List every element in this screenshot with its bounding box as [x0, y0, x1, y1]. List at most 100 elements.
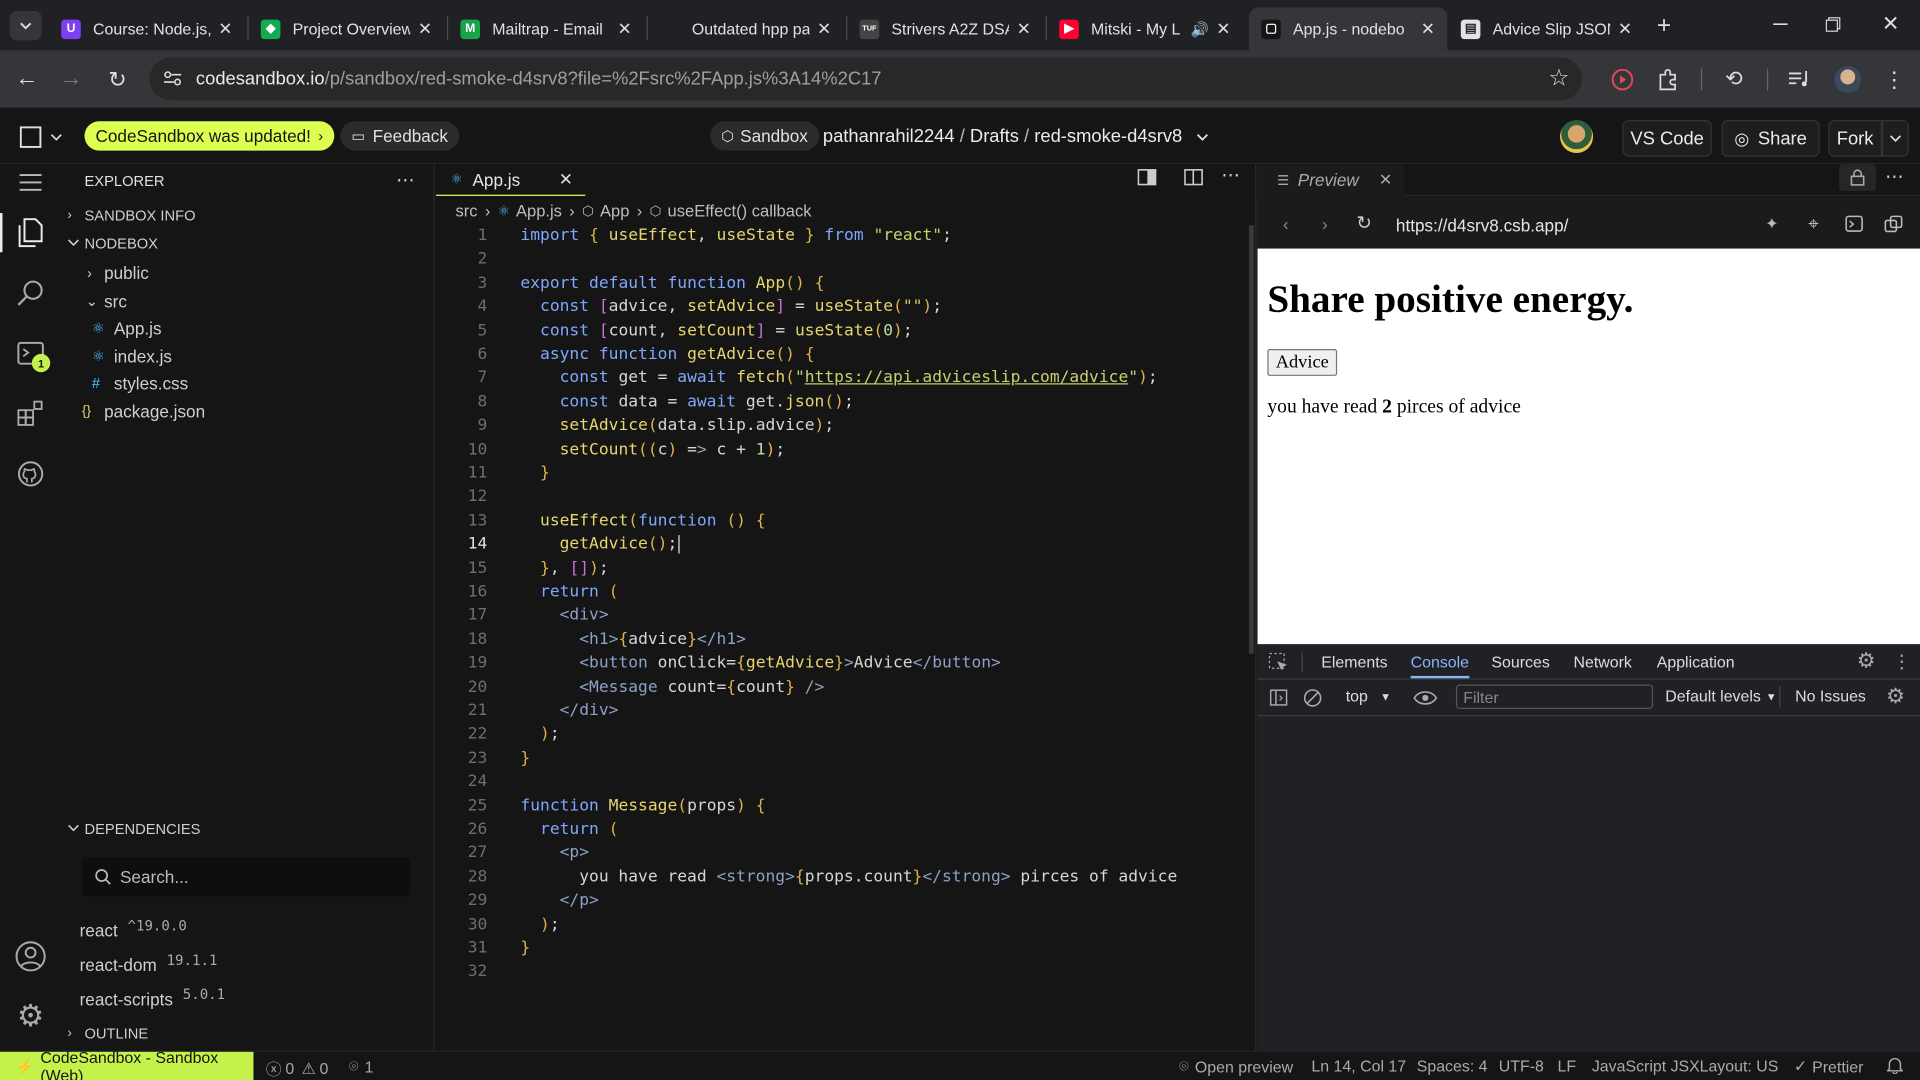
code-line[interactable]: 23}	[436, 747, 1244, 771]
audio-playing-icon[interactable]: 🔊	[1191, 20, 1209, 37]
console-settings-icon[interactable]: ⚙	[1883, 684, 1907, 708]
split-editor-icon[interactable]	[1183, 167, 1205, 189]
reload-icon[interactable]: ↻	[1353, 212, 1375, 234]
problems-status-item[interactable]: ⓧ 0 ⚠ 0	[266, 1057, 329, 1080]
code-line[interactable]: 20 <Message count={count} />	[436, 675, 1244, 699]
notifications-bell-icon[interactable]	[1884, 1056, 1904, 1076]
project-section[interactable]: NODEBOX	[67, 235, 158, 252]
file-tree-item[interactable]: # styles.css	[92, 373, 188, 393]
close-tab-icon[interactable]: ✕	[817, 18, 831, 39]
code-line[interactable]: 7 const get = await fetch("https://api.a…	[436, 367, 1244, 391]
breadcrumb-item[interactable]: App	[600, 202, 629, 220]
file-tree-item[interactable]: › public	[82, 263, 149, 283]
end-of-line[interactable]: LF	[1558, 1057, 1577, 1075]
browser-tab[interactable]: U Course: Node.js, ✕	[49, 7, 245, 50]
close-tab-icon[interactable]: ✕	[1379, 170, 1392, 190]
code-line[interactable]: 10 setCount((c) => c + 1);	[436, 438, 1244, 462]
editor-scrollbar[interactable]	[1248, 225, 1254, 654]
forward-icon[interactable]: →	[56, 65, 85, 94]
browser-tab[interactable]: ▶ Mitski - My L 🔊 ✕	[1047, 7, 1243, 50]
profile-avatar[interactable]	[1834, 66, 1862, 94]
close-tab-icon[interactable]: ✕	[617, 18, 631, 39]
file-tree-item[interactable]: ⚛ App.js	[92, 318, 162, 338]
devtools-tab[interactable]: Elements	[1321, 653, 1387, 671]
browser-tab[interactable]: ▢ App.js - nodebo ✕	[1248, 7, 1448, 51]
prettier-status-item[interactable]: ✓ Prettier	[1794, 1057, 1864, 1077]
cursor-position[interactable]: Ln 14, Col 17	[1311, 1057, 1406, 1075]
vscode-button[interactable]: VS Code	[1622, 120, 1712, 157]
code-line[interactable]: 6 async function getAdvice() {	[436, 343, 1244, 367]
account-icon[interactable]	[12, 938, 49, 975]
dependency-item[interactable]: react ^19.0.0	[80, 917, 187, 940]
code-line[interactable]: 3 export default function App() {	[436, 272, 1244, 296]
code-line[interactable]: 25 function Message(props) {	[436, 794, 1244, 818]
new-tab-button[interactable]: +	[1649, 11, 1678, 40]
code-line[interactable]: 14 getAdvice();	[436, 533, 1244, 557]
close-tab-icon[interactable]: ✕	[1216, 18, 1230, 39]
restore-window-icon[interactable]	[1818, 12, 1847, 36]
code-line[interactable]: 16 return (	[436, 580, 1244, 604]
more-actions-icon[interactable]: ⋯	[1883, 164, 1905, 188]
extensions-icon[interactable]	[1654, 66, 1681, 93]
close-tab-icon[interactable]: ✕	[559, 169, 573, 190]
code-line[interactable]: 22 );	[436, 723, 1244, 747]
open-preview-status-item[interactable]: ⌾ Open preview	[1179, 1057, 1293, 1077]
dependencies-section[interactable]: DEPENDENCIES	[67, 820, 200, 838]
devtools-menu-icon[interactable]: ⋮	[1892, 649, 1912, 673]
magic-icon[interactable]: ✦	[1761, 213, 1783, 235]
issues-counter[interactable]: No Issues	[1795, 687, 1866, 705]
media-control-icon[interactable]	[1787, 66, 1814, 93]
encoding[interactable]: UTF-8	[1499, 1057, 1544, 1075]
code-lines[interactable]: 1 import { useEffect, useState } from "re…	[436, 224, 1244, 1044]
file-tree-item[interactable]: ⌄ src	[82, 291, 127, 311]
code-line[interactable]: 31}	[436, 937, 1244, 961]
devtools-settings-icon[interactable]: ⚙	[1855, 649, 1877, 673]
file-tree-item[interactable]: {} package.json	[82, 402, 205, 422]
sandbox-info-section[interactable]: › SANDBOX INFO	[67, 207, 195, 224]
layout-menu-button[interactable]	[17, 125, 66, 149]
devtools-tab[interactable]: Sources	[1491, 653, 1549, 671]
browser-tab[interactable]: TUF Strivers A2Z DSA ✕	[847, 7, 1043, 50]
github-icon[interactable]	[12, 456, 49, 493]
reload-icon[interactable]: ↻	[103, 65, 132, 94]
code-line[interactable]: 18 <h1>{advice}</h1>	[436, 628, 1244, 652]
code-line[interactable]: 26 return (	[436, 818, 1244, 842]
close-tab-icon[interactable]: ✕	[1618, 18, 1632, 39]
eye-icon[interactable]	[1412, 687, 1439, 709]
code-line[interactable]: 19 <button onClick={getAdvice}>Advice</b…	[436, 652, 1244, 676]
back-icon[interactable]: ←	[12, 65, 41, 94]
code-line[interactable]: 1 import { useEffect, useState } from "re…	[436, 224, 1244, 248]
forward-icon[interactable]: ›	[1314, 213, 1336, 235]
ports-status-item[interactable]: ⌾ 1	[349, 1057, 374, 1077]
advice-button[interactable]: Advice	[1267, 348, 1338, 376]
browser-menu-icon[interactable]: ⋮	[1882, 65, 1906, 94]
back-icon[interactable]: ‹	[1275, 213, 1297, 235]
outline-section[interactable]: › OUTLINE	[67, 1025, 148, 1042]
inspect-element-icon[interactable]	[1267, 651, 1289, 673]
close-tab-icon[interactable]: ✕	[1421, 18, 1435, 39]
lock-icon[interactable]	[1839, 164, 1876, 192]
browser-tab[interactable]: ◆ Project Overview ✕	[249, 7, 445, 50]
code-line[interactable]: 17 <div>	[436, 604, 1244, 628]
indentation[interactable]: Spaces: 4	[1417, 1057, 1488, 1075]
browser-tab[interactable]: Outdated hpp pa ✕	[648, 7, 844, 50]
code-line[interactable]: 29 </p>	[436, 889, 1244, 913]
code-line[interactable]: 8 const data = await get.json();	[436, 390, 1244, 414]
dependency-item[interactable]: react-dom 19.1.1	[80, 951, 218, 974]
brand-status-item[interactable]: ⚡ CodeSandbox - Sandbox (Web)	[0, 1048, 254, 1080]
code-line[interactable]: 24	[436, 770, 1244, 794]
bookmark-star-icon[interactable]: ☆	[1545, 65, 1572, 92]
sidebar-toggle-icon[interactable]	[1267, 687, 1289, 709]
extensions-icon[interactable]	[12, 396, 49, 433]
code-line[interactable]: 12	[436, 485, 1244, 509]
more-actions-icon[interactable]: ⋯	[393, 170, 417, 191]
menu-icon[interactable]	[12, 164, 49, 201]
code-line[interactable]: 9 setAdvice(data.slip.advice);	[436, 414, 1244, 438]
close-tab-icon[interactable]: ✕	[418, 18, 432, 39]
history-icon[interactable]: ⟲	[1720, 66, 1747, 93]
fork-button[interactable]: Fork	[1828, 120, 1883, 157]
code-line[interactable]: 15 }, []);	[436, 557, 1244, 581]
preview-url[interactable]: https://d4srv8.csb.app/	[1396, 216, 1568, 236]
project-path[interactable]: pathanrahil2244 / Drafts / red-smoke-d4s…	[823, 126, 1209, 147]
open-new-window-icon[interactable]	[1882, 213, 1904, 235]
